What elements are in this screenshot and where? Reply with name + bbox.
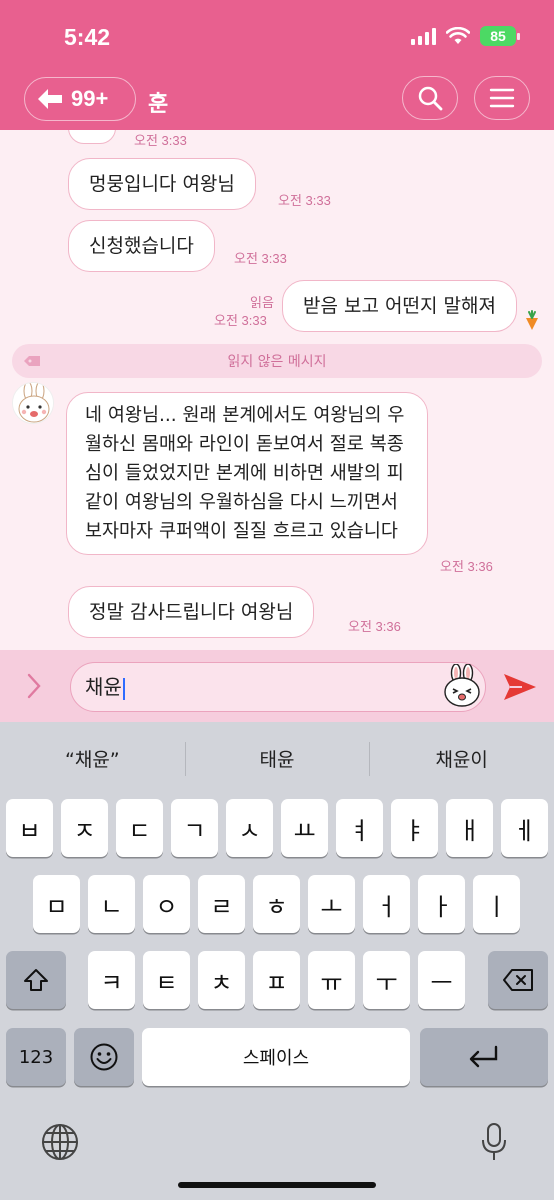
- signal-icon: [411, 27, 436, 45]
- key[interactable]: ㅂ: [6, 799, 53, 857]
- key[interactable]: ㄱ: [171, 799, 218, 857]
- tag-icon: [24, 356, 40, 366]
- message-time: 오전 3:33: [134, 133, 187, 148]
- emoji-sticker-button[interactable]: [440, 664, 484, 708]
- shift-icon: [24, 969, 48, 991]
- smiley-icon: [90, 1043, 118, 1071]
- delete-key[interactable]: [488, 951, 548, 1009]
- message-time: 오전 3:33: [278, 193, 331, 208]
- return-key[interactable]: [420, 1028, 548, 1086]
- bunny-avatar-icon: [13, 383, 53, 423]
- key[interactable]: ㅁ: [33, 875, 80, 933]
- key[interactable]: ㅓ: [363, 875, 410, 933]
- message-time: 오전 3:33: [214, 313, 267, 328]
- key[interactable]: ㅛ: [281, 799, 328, 857]
- message-input[interactable]: 채윤: [70, 662, 486, 712]
- status-time: 5:42: [64, 24, 111, 50]
- avatar[interactable]: [12, 382, 54, 424]
- key[interactable]: ㅎ: [253, 875, 300, 933]
- key[interactable]: ㅔ: [501, 799, 548, 857]
- message-text: 받음 보고 어떤지 말해져: [303, 295, 496, 317]
- send-icon[interactable]: [502, 672, 538, 702]
- message-text: 네 여왕님... 원래 본계에서도 여왕님의 우월하신 몸매와 라인이 돋보여서…: [85, 405, 405, 542]
- shift-key[interactable]: [6, 951, 66, 1009]
- suggestion-item[interactable]: “채윤”: [0, 722, 185, 794]
- message-time: 오전 3:36: [440, 559, 493, 574]
- wifi-icon: [446, 27, 470, 44]
- suggestion-item[interactable]: 채윤이: [369, 722, 554, 794]
- chat-title: 훈: [148, 92, 169, 117]
- battery-indicator: 85: [480, 26, 520, 46]
- key[interactable]: ㄴ: [88, 875, 135, 933]
- text-caret: [122, 677, 125, 700]
- key[interactable]: ㅌ: [143, 951, 190, 1009]
- unread-count: 99+: [71, 86, 109, 111]
- key[interactable]: ㅇ: [143, 875, 190, 933]
- my-message-bubble[interactable]: 받음 보고 어떤지 말해져: [282, 280, 517, 332]
- menu-button[interactable]: [474, 76, 530, 120]
- chevron-right-icon[interactable]: [24, 672, 44, 700]
- message-list[interactable]: " 오전 3:33 멍뭉입니다 여왕님 오전 3:33 신청했습니다 오전 3:…: [0, 130, 554, 650]
- message-bubble[interactable]: 멍뭉입니다 여왕님: [68, 158, 256, 210]
- return-icon: [469, 1045, 498, 1068]
- suggestion-bar: “채윤” 태윤 채윤이: [0, 722, 554, 794]
- key[interactable]: ㅠ: [308, 951, 355, 1009]
- home-indicator: [178, 1182, 376, 1188]
- message-text: 멍뭉입니다 여왕님: [89, 173, 235, 195]
- back-button[interactable]: 99+: [24, 77, 136, 121]
- key[interactable]: ㅡ: [418, 951, 465, 1009]
- key[interactable]: ㅏ: [418, 875, 465, 933]
- message-text: 정말 감사드립니다 여왕님: [89, 601, 294, 623]
- chat-header: 5:42 85 99+ 훈: [0, 0, 554, 130]
- unread-divider: 읽지 않은 메시지: [12, 344, 542, 378]
- space-key[interactable]: 스페이스: [142, 1028, 410, 1086]
- message-bubble[interactable]: 네 여왕님... 원래 본계에서도 여왕님의 우월하신 몸매와 라인이 돋보여서…: [66, 392, 428, 555]
- key[interactable]: ㅜ: [363, 951, 410, 1009]
- key[interactable]: ㄹ: [198, 875, 245, 933]
- message-bubble[interactable]: ": [68, 130, 116, 144]
- message-text: 신청했습니다: [89, 235, 194, 257]
- status-icons: 85: [411, 26, 520, 46]
- carrot-sticker-icon: [526, 310, 538, 330]
- key[interactable]: ㅍ: [253, 951, 300, 1009]
- message-text: ": [89, 130, 98, 143]
- search-icon: [418, 86, 443, 111]
- message-time: 오전 3:33: [234, 251, 287, 266]
- read-receipt: 읽음: [250, 296, 274, 311]
- key[interactable]: ㅐ: [446, 799, 493, 857]
- key[interactable]: ㅣ: [473, 875, 520, 933]
- message-bubble[interactable]: 정말 감사드립니다 여왕님: [68, 586, 315, 638]
- message-input-value: 채윤: [85, 675, 122, 699]
- backspace-icon: [503, 969, 533, 991]
- key[interactable]: ㅋ: [88, 951, 135, 1009]
- emoji-key[interactable]: [74, 1028, 134, 1086]
- microphone-icon[interactable]: [480, 1122, 508, 1162]
- key[interactable]: ㅕ: [336, 799, 383, 857]
- globe-icon[interactable]: [40, 1122, 80, 1162]
- key[interactable]: ㄷ: [116, 799, 163, 857]
- suggestion-item[interactable]: 태윤: [184, 722, 370, 794]
- hamburger-icon: [489, 88, 515, 108]
- search-button[interactable]: [402, 76, 458, 120]
- message-bubble[interactable]: 신청했습니다: [68, 220, 215, 272]
- key[interactable]: ㅈ: [61, 799, 108, 857]
- key[interactable]: ㅅ: [226, 799, 273, 857]
- key[interactable]: ㅊ: [198, 951, 245, 1009]
- key[interactable]: ㅗ: [308, 875, 355, 933]
- message-time: 오전 3:36: [348, 619, 401, 634]
- back-arrow-icon: [38, 89, 62, 109]
- key[interactable]: ㅑ: [391, 799, 438, 857]
- numbers-key[interactable]: 123: [6, 1028, 66, 1086]
- unread-divider-label: 읽지 않은 메시지: [227, 354, 327, 370]
